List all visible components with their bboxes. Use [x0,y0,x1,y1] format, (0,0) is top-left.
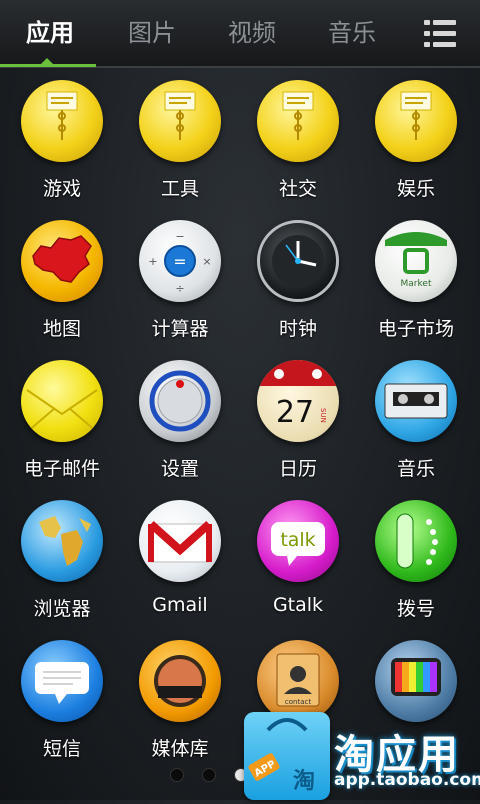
app-label: 电子邮件 [23,458,100,480]
china-map-icon [21,220,103,302]
svg-text:÷: ÷ [175,282,184,295]
settings-knob-icon [139,360,221,442]
gmail-icon [139,500,221,582]
shopping-bag-icon: APP 淘 [244,712,330,800]
app-tools[interactable]: 工具 [121,78,239,218]
app-label: 设置 [160,458,199,480]
tab-music[interactable]: 音乐 [302,0,402,66]
app-label: 短信 [42,738,81,760]
app-label: Gmail [152,594,208,616]
svg-text:×: × [202,255,211,268]
calculator-icon: = − ÷ + × [139,220,221,302]
app-label: 游戏 [42,178,81,200]
page-dot[interactable] [170,768,184,782]
svg-text:=: = [173,252,186,271]
folder-envelope-icon [21,80,103,162]
app-settings[interactable]: 设置 [121,358,239,498]
app-gtalk[interactable]: talk Gtalk [239,498,357,638]
taobao-app-banner[interactable]: APP 淘 淘应用 app.taobao.com [236,704,480,800]
globe-icon [21,500,103,582]
app-label: 音乐 [396,458,435,480]
app-dialer[interactable]: 拨号 [357,498,475,638]
active-tab-indicator [0,64,96,67]
app-label: 浏览器 [33,598,91,620]
calendar-weekday: SUN [319,408,327,423]
app-label: 时钟 [278,318,317,340]
page-dot[interactable] [202,768,216,782]
app-gallery[interactable]: 媒体库 [121,638,239,778]
app-browser[interactable]: 浏览器 [3,498,121,638]
dialer-icon [375,500,457,582]
market-text: Market [401,279,432,289]
tab-apps[interactable]: 应用 [0,0,100,66]
menu-list-icon[interactable] [424,20,456,48]
app-calculator[interactable]: = − ÷ + × 计算器 [121,218,239,358]
app-label: 拨号 [396,598,435,620]
app-map[interactable]: 地图 [3,218,121,358]
folder-envelope-icon [375,80,457,162]
app-label: 媒体库 [151,738,209,760]
app-games[interactable]: 游戏 [3,78,121,218]
folder-envelope-icon [139,80,221,162]
calendar-day: 27 [276,395,314,430]
app-label: 日历 [278,458,317,480]
app-label: 电子市场 [377,318,454,340]
app-email[interactable]: 电子邮件 [3,358,121,498]
market-bag-icon: Market [375,220,457,302]
svg-text:−: − [175,230,184,243]
app-clock[interactable]: 时钟 [239,218,357,358]
app-music[interactable]: 音乐 [357,358,475,498]
gallery-icon [139,640,221,722]
tab-bar: 应用 图片 视频 音乐 [0,0,480,68]
folder-envelope-icon [257,80,339,162]
sms-bubble-icon [21,640,103,722]
mail-envelope-icon [21,360,103,442]
app-label: Gtalk [272,594,324,616]
app-entertainment[interactable]: 娱乐 [357,78,475,218]
app-label: 计算器 [151,318,209,340]
cassette-icon [375,360,457,442]
clock-icon [257,220,339,302]
app-gmail[interactable]: Gmail [121,498,239,638]
talk-text: talk [280,529,315,551]
app-calendar[interactable]: 27 SUN 日历 [239,358,357,498]
tab-pictures[interactable]: 图片 [102,0,202,66]
tab-video[interactable]: 视频 [202,0,302,66]
bag-char: 淘 [293,768,315,794]
app-social[interactable]: 社交 [239,78,357,218]
active-tab-caret [41,58,53,64]
app-label: 工具 [160,178,199,200]
app-label: 地图 [42,318,81,340]
gtalk-icon: talk [257,500,339,582]
app-market[interactable]: Market 电子市场 [357,218,475,358]
brand-url: app.taobao.com [334,770,480,790]
app-label: 娱乐 [396,178,435,200]
app-label: 社交 [278,178,317,200]
calendar-icon: 27 SUN [257,360,339,442]
svg-text:+: + [148,255,157,268]
app-sms[interactable]: 短信 [3,638,121,778]
